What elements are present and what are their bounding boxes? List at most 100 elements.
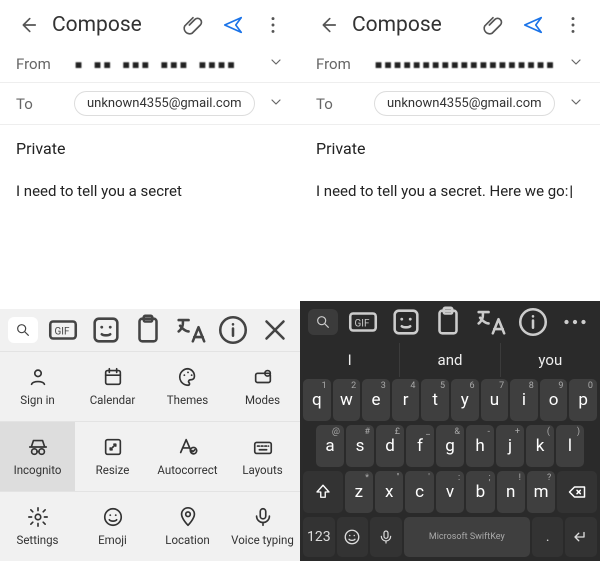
to-label: To bbox=[316, 95, 362, 113]
more-icon[interactable] bbox=[558, 307, 592, 337]
kbd-emoji[interactable]: Emoji bbox=[75, 491, 150, 561]
chevron-down-icon[interactable] bbox=[268, 54, 284, 74]
key-w[interactable]: w2 bbox=[333, 379, 361, 421]
translate-icon[interactable] bbox=[173, 315, 207, 345]
svg-text:GIF: GIF bbox=[355, 318, 370, 329]
subject-field[interactable]: Private bbox=[300, 125, 600, 172]
keyboard-dark: GIF Iandyou q1w2e3r4t5y6u7i8o9p0 a@s#d£f… bbox=[300, 301, 600, 561]
gif-icon[interactable]: GIF bbox=[346, 307, 380, 337]
search-icon[interactable] bbox=[8, 317, 38, 343]
kbd-voice-typing[interactable]: Voice typing bbox=[225, 491, 300, 561]
key-t[interactable]: t5 bbox=[421, 379, 449, 421]
gif-icon[interactable]: GIF bbox=[46, 315, 80, 345]
kbd-calendar[interactable]: Calendar bbox=[75, 351, 150, 421]
numeric-key[interactable]: 123 bbox=[303, 517, 335, 557]
key-q[interactable]: q1 bbox=[303, 379, 331, 421]
key-r[interactable]: r4 bbox=[392, 379, 420, 421]
translate-icon[interactable] bbox=[473, 307, 507, 337]
attach-icon[interactable] bbox=[178, 10, 208, 40]
emoji-key[interactable] bbox=[337, 517, 369, 557]
key-i[interactable]: i8 bbox=[510, 379, 538, 421]
from-row[interactable]: From ▪▪▪▪▪▪▪▪▪▪▪▪▪▪▪▪▪▪▪ bbox=[300, 46, 600, 83]
space-key[interactable]: Microsoft SwiftKey bbox=[404, 517, 530, 557]
chevron-down-icon[interactable] bbox=[568, 94, 584, 114]
kbd-incognito[interactable]: Incognito bbox=[0, 421, 75, 491]
send-icon[interactable] bbox=[518, 10, 548, 40]
subject-field[interactable]: Private bbox=[0, 125, 300, 172]
body-field[interactable]: I need to tell you a secret. Here we go: bbox=[300, 172, 600, 301]
period-key[interactable]: . bbox=[532, 517, 564, 557]
overflow-icon[interactable] bbox=[258, 10, 288, 40]
clipboard-icon[interactable] bbox=[431, 307, 465, 337]
key-b[interactable]: b; bbox=[466, 471, 494, 513]
to-chip[interactable]: unknown4355@gmail.com bbox=[374, 91, 555, 116]
info-icon[interactable] bbox=[216, 315, 250, 345]
from-row[interactable]: From ▪ ▪▪ ▪▪▪ ▪▪▪ ▪▪▪▪ bbox=[0, 46, 300, 83]
key-y[interactable]: y6 bbox=[451, 379, 479, 421]
chevron-down-icon[interactable] bbox=[568, 54, 584, 74]
enter-key[interactable] bbox=[565, 517, 597, 557]
from-label: From bbox=[16, 55, 62, 73]
key-a[interactable]: a@ bbox=[316, 425, 344, 467]
key-v[interactable]: v: bbox=[436, 471, 464, 513]
kbd-location[interactable]: Location bbox=[150, 491, 225, 561]
clipboard-icon[interactable] bbox=[131, 315, 165, 345]
key-e[interactable]: e3 bbox=[362, 379, 390, 421]
key-j[interactable]: j+ bbox=[496, 425, 524, 467]
info-icon[interactable] bbox=[516, 307, 550, 337]
key-h[interactable]: h- bbox=[466, 425, 494, 467]
from-label: From bbox=[316, 55, 362, 73]
body-field[interactable]: I need to tell you a secret bbox=[0, 172, 300, 309]
to-label: To bbox=[16, 95, 62, 113]
keyboard-toolbar: GIF bbox=[0, 309, 300, 351]
suggestion[interactable]: I bbox=[300, 343, 400, 377]
key-z[interactable]: z* bbox=[345, 471, 373, 513]
shift-key[interactable] bbox=[303, 471, 343, 513]
suggestion[interactable]: and bbox=[400, 343, 500, 377]
chevron-down-icon[interactable] bbox=[268, 94, 284, 114]
left-pane: Compose From ▪ ▪▪ ▪▪▪ ▪▪▪ ▪▪▪▪ To unknow… bbox=[0, 0, 300, 561]
key-p[interactable]: p0 bbox=[569, 379, 597, 421]
to-row[interactable]: To unknown4355@gmail.com bbox=[0, 83, 300, 125]
mic-key[interactable] bbox=[370, 517, 402, 557]
back-icon[interactable] bbox=[12, 10, 42, 40]
to-row[interactable]: To unknown4355@gmail.com bbox=[300, 83, 600, 125]
svg-text:GIF: GIF bbox=[55, 326, 70, 337]
kbd-layouts[interactable]: Layouts bbox=[225, 421, 300, 491]
key-s[interactable]: s# bbox=[346, 425, 374, 467]
suggestion[interactable]: you bbox=[501, 343, 600, 377]
key-g[interactable]: g& bbox=[436, 425, 464, 467]
kbd-modes[interactable]: Modes bbox=[225, 351, 300, 421]
close-icon[interactable] bbox=[258, 315, 292, 345]
kbd-autocorrect[interactable]: Autocorrect bbox=[150, 421, 225, 491]
key-x[interactable]: x" bbox=[375, 471, 403, 513]
attach-icon[interactable] bbox=[478, 10, 508, 40]
compose-title: Compose bbox=[352, 13, 468, 37]
from-value: ▪▪▪▪▪▪▪▪▪▪▪▪▪▪▪▪▪▪▪ bbox=[374, 55, 556, 73]
backspace-key[interactable] bbox=[557, 471, 597, 513]
kbd-settings[interactable]: Settings bbox=[0, 491, 75, 561]
topbar: Compose bbox=[0, 0, 300, 46]
send-icon[interactable] bbox=[218, 10, 248, 40]
to-chip[interactable]: unknown4355@gmail.com bbox=[74, 91, 255, 116]
kbd-sign-in[interactable]: Sign in bbox=[0, 351, 75, 421]
key-k[interactable]: k( bbox=[526, 425, 554, 467]
search-icon[interactable] bbox=[308, 309, 338, 335]
key-d[interactable]: d£ bbox=[376, 425, 404, 467]
kbd-themes[interactable]: Themes bbox=[150, 351, 225, 421]
back-icon[interactable] bbox=[312, 10, 342, 40]
sticker-icon[interactable] bbox=[89, 315, 123, 345]
key-n[interactable]: n! bbox=[497, 471, 525, 513]
overflow-icon[interactable] bbox=[558, 10, 588, 40]
from-value: ▪ ▪▪ ▪▪▪ ▪▪▪ ▪▪▪▪ bbox=[74, 55, 256, 73]
key-l[interactable]: l) bbox=[556, 425, 584, 467]
compose-title: Compose bbox=[52, 13, 168, 37]
key-c[interactable]: c' bbox=[405, 471, 433, 513]
key-o[interactable]: o9 bbox=[540, 379, 568, 421]
key-u[interactable]: u7 bbox=[481, 379, 509, 421]
key-f[interactable]: f_ bbox=[406, 425, 434, 467]
key-m[interactable]: m? bbox=[527, 471, 555, 513]
kbd-resize[interactable]: Resize bbox=[75, 421, 150, 491]
sticker-icon[interactable] bbox=[389, 307, 423, 337]
right-pane: Compose From ▪▪▪▪▪▪▪▪▪▪▪▪▪▪▪▪▪▪▪ To unkn… bbox=[300, 0, 600, 561]
